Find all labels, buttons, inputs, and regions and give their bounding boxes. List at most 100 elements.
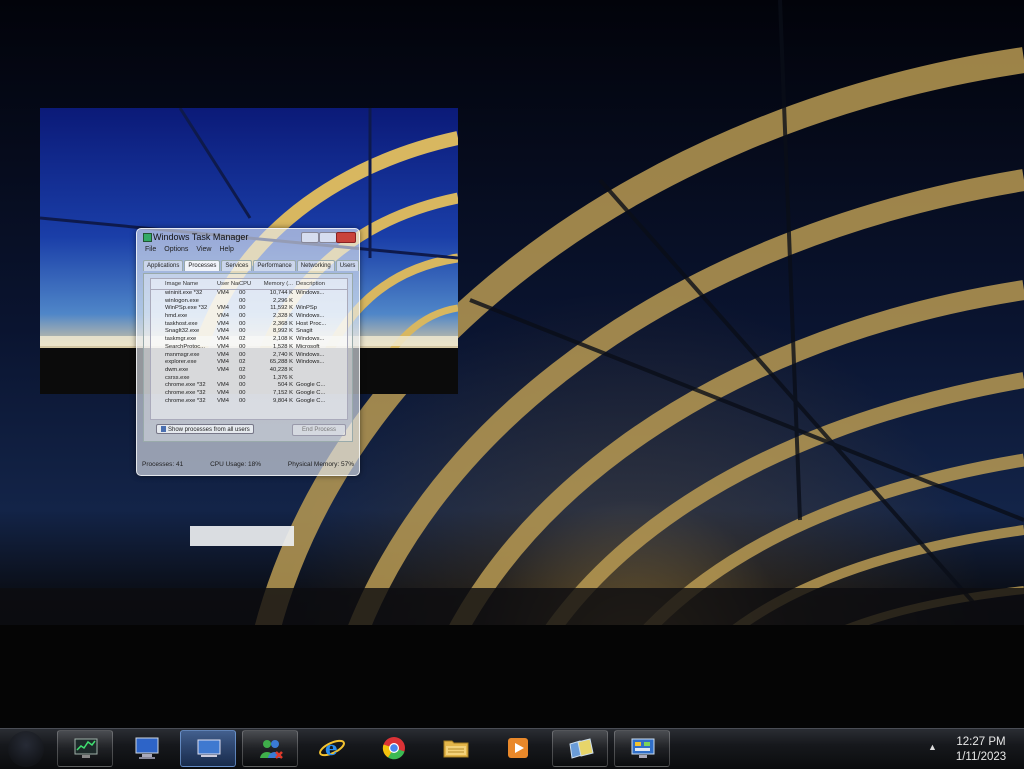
task-manager-icon <box>143 233 152 242</box>
end-process-button[interactable]: End Process <box>292 424 346 436</box>
table-row[interactable]: dwm.exe VM4 02 40,228 K <box>151 367 347 375</box>
cell-memory: 2,740 K <box>273 351 293 358</box>
tab-performance[interactable]: Performance <box>253 260 296 271</box>
table-row[interactable]: msnmsgr.exe VM4 00 2,740 K Windows... <box>151 352 347 360</box>
cell-image-name: winlogon.exe <box>165 297 199 304</box>
cell-memory: 1,528 K <box>273 343 293 350</box>
cell-cpu: 00 <box>239 389 246 396</box>
column-cpu[interactable]: CPU <box>239 279 255 289</box>
chrome-icon <box>382 737 405 760</box>
table-row[interactable]: wininit.exe *32 VM4 00 10,744 K Windows... <box>151 290 347 298</box>
status-physical-memory: Physical Memory: 57% <box>287 461 354 468</box>
cell-user-name: VM4 <box>217 351 229 358</box>
cell-description: Windows... <box>296 359 325 366</box>
cell-cpu: 00 <box>239 382 246 389</box>
cell-user-name: VM4 <box>217 336 229 343</box>
tab-applications[interactable]: Applications <box>143 260 184 271</box>
cell-memory: 40,228 K <box>269 366 293 373</box>
taskbar-item-5[interactable]: e <box>304 730 360 767</box>
desktop-icon <box>197 739 221 757</box>
minimize-button[interactable] <box>301 232 319 243</box>
cell-cpu: 02 <box>239 336 246 343</box>
taskbar-item-2[interactable] <box>119 730 175 767</box>
cell-description: Windows... <box>296 290 325 296</box>
table-row[interactable]: taskmgr.exe VM4 02 2,108 K Windows... <box>151 336 347 344</box>
tab-services[interactable]: Services <box>221 260 253 271</box>
table-row[interactable]: explorer.exe VM4 02 65,288 K Windows... <box>151 359 347 367</box>
taskbar-item-6[interactable] <box>366 730 422 767</box>
cell-cpu: 02 <box>239 359 246 366</box>
menu-file[interactable]: File <box>145 246 156 253</box>
table-row[interactable]: csrss.exe 00 1,376 K <box>151 375 347 383</box>
shield-icon <box>161 426 166 433</box>
cell-user-name: VM4 <box>217 305 229 312</box>
cell-image-name: taskhost.exe <box>165 320 198 327</box>
close-button[interactable] <box>336 232 356 243</box>
cell-user-name: VM4 <box>217 359 229 366</box>
monitor-chart-icon <box>74 738 98 758</box>
taskbar-item-10[interactable] <box>614 730 670 767</box>
cell-user-name: VM4 <box>217 320 229 327</box>
messenger-icon <box>260 740 283 759</box>
column-header-row: Image Name User Name CPU Memory (... Des… <box>151 279 347 290</box>
cell-description: Windows... <box>296 351 325 358</box>
tab-users[interactable]: Users <box>335 260 360 271</box>
taskbar-item-3[interactable] <box>180 730 236 767</box>
column-user-name[interactable]: User Name <box>217 279 239 289</box>
table-row[interactable]: WinPSp.exe *32 VM4 00 11,592 K WinPSp <box>151 305 347 313</box>
table-row[interactable]: chrome.exe *32 VM4 00 9,804 K Google C... <box>151 398 347 406</box>
table-row[interactable]: SnagIt32.exe VM4 00 8,992 K Snagit <box>151 328 347 336</box>
taskbar-item-7[interactable] <box>428 730 484 767</box>
table-row[interactable]: taskhost.exe VM4 00 2,368 K Host Proc... <box>151 321 347 329</box>
cell-description: Host Proc... <box>296 320 327 327</box>
process-list[interactable]: Image Name User Name CPU Memory (... Des… <box>150 278 348 420</box>
cell-image-name: hmd.exe <box>165 313 188 320</box>
cell-user-name: VM4 <box>217 343 229 350</box>
menu-help[interactable]: Help <box>219 246 233 253</box>
cell-cpu: 00 <box>239 313 246 320</box>
column-memory[interactable]: Memory (... <box>255 279 296 289</box>
taskbar-item-4[interactable] <box>242 730 298 767</box>
menu-bar: File Options View Help <box>145 246 234 253</box>
show-all-processes-label: Show processes from all users <box>168 427 250 433</box>
desktop[interactable]: Windows Task Manager File Options View H… <box>0 0 1024 728</box>
menu-options[interactable]: Options <box>164 246 188 253</box>
start-button[interactable] <box>8 731 44 767</box>
cell-memory: 1,376 K <box>273 374 293 381</box>
cell-cpu: 00 <box>239 290 246 296</box>
taskbar-item-9[interactable] <box>552 730 608 767</box>
cell-image-name: csrss.exe <box>165 374 190 381</box>
cell-cpu: 00 <box>239 374 246 381</box>
table-row[interactable]: chrome.exe *32 VM4 00 7,152 K Google C... <box>151 390 347 398</box>
table-row[interactable]: SearchProtoc... VM4 00 1,528 K Microsoft <box>151 344 347 352</box>
preview-label-bar <box>190 526 294 546</box>
task-manager-window[interactable]: Windows Task Manager File Options View H… <box>136 228 360 476</box>
cell-memory: 504 K <box>277 382 293 389</box>
menu-view[interactable]: View <box>196 246 211 253</box>
cell-description: Microsoft <box>296 343 320 350</box>
cell-image-name: SearchProtoc... <box>165 343 205 350</box>
column-image-name[interactable]: Image Name <box>151 279 217 289</box>
cell-image-name: msnmsgr.exe <box>165 351 200 358</box>
taskbar-item-8[interactable] <box>490 730 546 767</box>
table-row[interactable]: chrome.exe *32 VM4 00 504 K Google C... <box>151 382 347 390</box>
status-cpu-usage: CPU Usage: 18% <box>210 461 262 468</box>
table-row[interactable]: winlogon.exe 00 2,296 K <box>151 298 347 306</box>
cell-memory: 2,328 K <box>273 313 293 320</box>
title-bar[interactable]: Windows Task Manager <box>137 229 359 245</box>
cell-description <box>296 367 332 375</box>
cell-cpu: 00 <box>239 351 246 358</box>
show-hidden-icons-arrow-icon[interactable]: ▲ <box>928 742 937 752</box>
cell-image-name: taskmgr.exe <box>165 336 197 343</box>
taskbar-item-1[interactable] <box>57 730 113 767</box>
system-clock[interactable]: 12:27 PM 1/11/2023 <box>946 735 1016 765</box>
tab-networking[interactable]: Networking <box>296 260 335 271</box>
cell-image-name: SnagIt32.exe <box>165 328 200 335</box>
status-bar: Processes: 41 CPU Usage: 18% Physical Me… <box>142 461 354 468</box>
tab-processes[interactable]: Processes <box>184 260 221 271</box>
maximize-button[interactable] <box>319 232 337 243</box>
cell-image-name: explorer.exe <box>165 359 197 366</box>
table-row[interactable]: hmd.exe VM4 00 2,328 K Windows... <box>151 313 347 321</box>
show-all-processes-button[interactable]: Show processes from all users <box>156 424 254 434</box>
column-description[interactable]: Description <box>296 279 332 289</box>
